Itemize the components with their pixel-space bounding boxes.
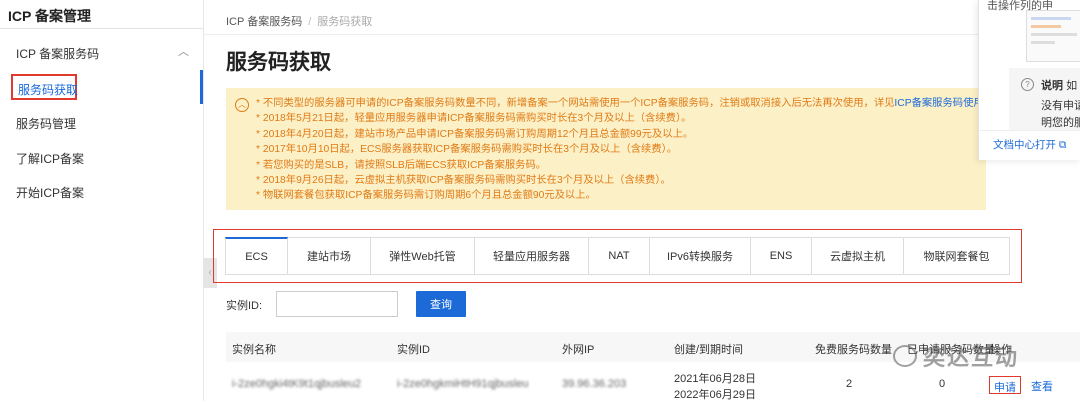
query-button[interactable]: 查询 [416, 291, 466, 317]
sidebar: ICP 备案管理 ICP 备案服务码 ︿ 服务码获取 服务码管理 了解ICP备案… [0, 0, 204, 401]
sidebar-item-get-service-code[interactable]: 服务码获取 [11, 74, 79, 100]
tab-light-server[interactable]: 轻量应用服务器 [475, 237, 589, 275]
row-instance-id: i-2ze0hgkmiHtH91qjbusleu [397, 378, 529, 390]
header-divider [203, 34, 1080, 35]
tab-ecs[interactable]: ECS [225, 237, 288, 275]
sidebar-item-learn-icp[interactable]: 了解ICP备案 [16, 150, 84, 167]
open-in-doc-center-label: 文档中心打开 [993, 139, 1056, 151]
col-instance-name: 实例名称 [232, 344, 276, 356]
sidebar-group-icp-service-code[interactable]: ICP 备案服务码 [16, 45, 99, 62]
row-instance-name: i-2ze0hgki4tK9t1qjbusleu2 [232, 378, 362, 390]
sidebar-item-start-icp[interactable]: 开始ICP备案 [16, 184, 84, 201]
sidebar-title: ICP 备案管理 [8, 8, 91, 24]
apply-link-label[interactable]: 申请 [994, 379, 1016, 395]
breadcrumb-parent[interactable]: ICP 备案服务码 [226, 16, 302, 28]
row-used-count: 0 [939, 378, 946, 390]
notice-doc-link[interactable]: ICP备案服务码使用 [894, 98, 983, 109]
tab-web-hosting[interactable]: 弹性Web托管 [371, 237, 475, 275]
help-icon: ? [1021, 78, 1034, 91]
notice-line-text: * 不同类型的服务器可申请的ICP备案服务码数量不同，新增备案一个网站需使用一个… [256, 98, 895, 109]
watermark: 奕达互动 [893, 340, 1019, 372]
notice-line-4: * 2017年10月10日起，ECS服务器获取ICP备案服务码需购买时长在3个月… [256, 144, 678, 156]
tab-ens[interactable]: ENS [751, 237, 812, 275]
breadcrumb: ICP 备案服务码 / 服务码获取 [226, 13, 372, 29]
instance-id-label: 实例ID: [226, 300, 263, 312]
notice-line-3: * 2018年4月20日起，建站市场产品申请ICP备案服务码需订购周期12个月且… [256, 128, 694, 140]
col-create-expire: 创建/到期时间 [674, 344, 744, 356]
watermark-text: 奕达互动 [923, 345, 1020, 370]
row-created-date: 2021年06月28日 [674, 373, 756, 385]
notice-line-2: * 2018年5月21日起，轻量应用服务器申请ICP备案服务码需购买时长在3个月… [256, 113, 692, 125]
sidebar-item-label: 服务码获取 [18, 83, 79, 97]
apply-link[interactable]: 申请 [989, 376, 1021, 394]
external-link-icon: ⧉ [1058, 139, 1067, 151]
view-link[interactable]: 查看 [1031, 378, 1053, 394]
collapse-icon[interactable]: ︿ [235, 98, 249, 112]
doc-panel: 击操作列的申 ? 说明 如 没有申请 明您的服 文档中心打开 ⧉ [978, 0, 1080, 160]
notice-lines: * 不同类型的服务器可申请的ICP备案服务码数量不同，新增备案一个网站需使用一个… [256, 96, 984, 204]
col-public-ip: 外网IP [562, 344, 595, 356]
tab-nat[interactable]: NAT [589, 237, 650, 275]
active-indicator [200, 70, 203, 104]
tab-ipv6[interactable]: IPv6转换服务 [650, 237, 751, 275]
row-expire-date: 2022年06月29日 [674, 389, 756, 401]
doc-note-title-tail: 如 [1066, 80, 1078, 92]
col-free-count: 免费服务码数量 [815, 344, 892, 356]
open-in-doc-center-link[interactable]: 文档中心打开 ⧉ [993, 137, 1066, 152]
breadcrumb-separator: / [308, 16, 312, 28]
chevron-up-icon[interactable]: ︿ [178, 43, 189, 59]
doc-note-title-label: 说明 [1041, 80, 1063, 92]
breadcrumb-current: 服务码获取 [317, 16, 373, 28]
doc-thumbnail[interactable] [1026, 10, 1080, 62]
doc-note-line-1: 没有申请 [1041, 100, 1080, 112]
sidebar-item-manage-service-code[interactable]: 服务码管理 [16, 115, 76, 132]
instance-id-input[interactable] [276, 291, 398, 317]
tab-virtual-host[interactable]: 云虚拟主机 [812, 237, 904, 275]
product-tabs: ECS 建站市场 弹性Web托管 轻量应用服务器 NAT IPv6转换服务 EN… [225, 237, 1010, 275]
tab-site-market[interactable]: 建站市场 [288, 237, 371, 275]
notice-box: ︿ * 不同类型的服务器可申请的ICP备案服务码数量不同，新增备案一个网站需使用… [226, 88, 986, 210]
col-instance-id: 实例ID [397, 344, 430, 356]
doc-note-line-2: 明您的服 [1041, 117, 1080, 129]
row-free-count: 2 [846, 378, 853, 390]
row-public-ip: 39.96.36.203 [562, 378, 627, 390]
notice-line-1: * 不同类型的服务器可申请的ICP备案服务码数量不同，新增备案一个网站需使用一个… [256, 96, 984, 111]
sidebar-divider [0, 28, 203, 29]
doc-note-title: 说明 如 [1041, 77, 1077, 93]
tab-iot-package[interactable]: 物联网套餐包 [904, 237, 1010, 275]
notice-line-5: * 若您购买的是SLB，请按照SLB后端ECS获取ICP备案服务码。 [256, 159, 547, 171]
notice-line-6: * 2018年9月26日起，云虚拟主机获取ICP备案服务码需购买时长在3个月及以… [256, 175, 671, 187]
notice-line-7: * 物联网套餐包获取ICP备案服务码需订购周期6个月且总金额90元及以上。 [256, 190, 596, 202]
doc-panel-divider [979, 130, 1080, 131]
page-title: 服务码获取 [226, 51, 331, 74]
wechat-icon [893, 345, 917, 367]
